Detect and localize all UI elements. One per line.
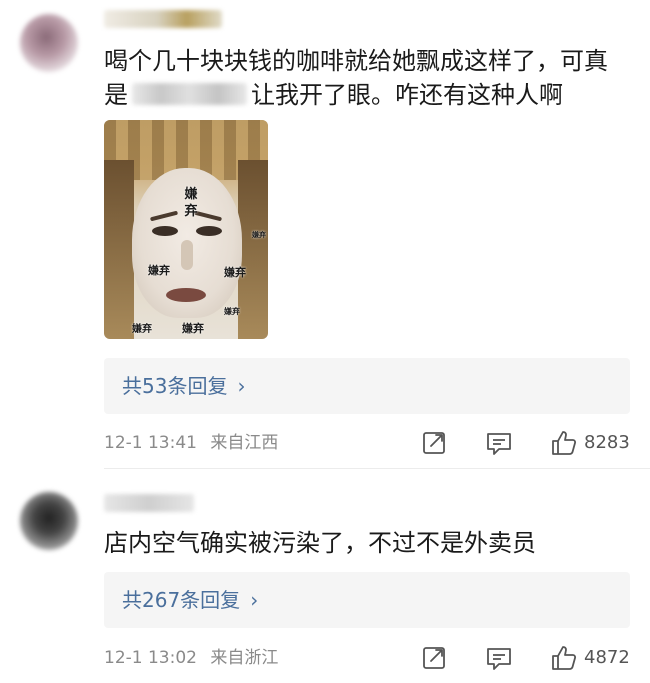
- replies-link[interactable]: 共53条回复 ›: [122, 372, 245, 400]
- divider: [104, 468, 650, 469]
- meme-label: 嫌弃: [148, 264, 170, 277]
- like-count: 4872: [584, 647, 630, 668]
- chevron-right-icon: ›: [250, 588, 259, 612]
- comment-text: 店内空气确实被污染了，不过不是外卖员: [104, 529, 536, 557]
- meme-eye: [152, 226, 178, 236]
- meme-nose: [181, 240, 193, 270]
- meme-eye: [196, 226, 222, 236]
- meme-mouth: [166, 288, 206, 302]
- thumbs-up-icon[interactable]: [548, 643, 578, 673]
- timestamp: 12-1 13:02: [104, 648, 197, 668]
- replies-link[interactable]: 共267条回复 ›: [122, 586, 258, 614]
- comment-meta: 12-1 13:02 来自浙江: [104, 646, 278, 670]
- meme-label: 嫌弃: [252, 231, 266, 239]
- chevron-right-icon: ›: [237, 374, 246, 398]
- replies-count-label: 共267条回复: [122, 588, 241, 612]
- replies-box[interactable]: 共53条回复 ›: [104, 358, 630, 414]
- comment-icon[interactable]: [484, 643, 514, 673]
- action-bar: 4872: [420, 643, 635, 673]
- comment-icon[interactable]: [484, 428, 514, 458]
- thumbs-up-icon[interactable]: [548, 428, 578, 458]
- meme-label: 嫌弃: [224, 266, 246, 279]
- comment-meta: 12-1 13:41 来自江西: [104, 431, 278, 455]
- action-bar: 8283: [420, 428, 635, 458]
- meme-label: 嫌弃: [182, 322, 204, 335]
- username-blurred[interactable]: [104, 494, 194, 512]
- avatar[interactable]: [20, 492, 78, 550]
- timestamp: 12-1 13:41: [104, 433, 197, 453]
- replies-count-label: 共53条回复: [122, 374, 228, 398]
- comment-item: 店内空气确实被污染了，不过不是外卖员 共267条回复 › 12-1 13:02 来…: [0, 0, 650, 670]
- like-count: 8283: [584, 432, 630, 453]
- meme-label: 嫌弃: [132, 324, 152, 335]
- share-icon[interactable]: [420, 428, 450, 458]
- replies-box[interactable]: 共267条回复 ›: [104, 572, 630, 628]
- share-icon[interactable]: [420, 643, 450, 673]
- location: 来自江西: [210, 433, 279, 453]
- location: 来自浙江: [210, 648, 279, 668]
- meme-label: 嫌弃: [224, 307, 240, 316]
